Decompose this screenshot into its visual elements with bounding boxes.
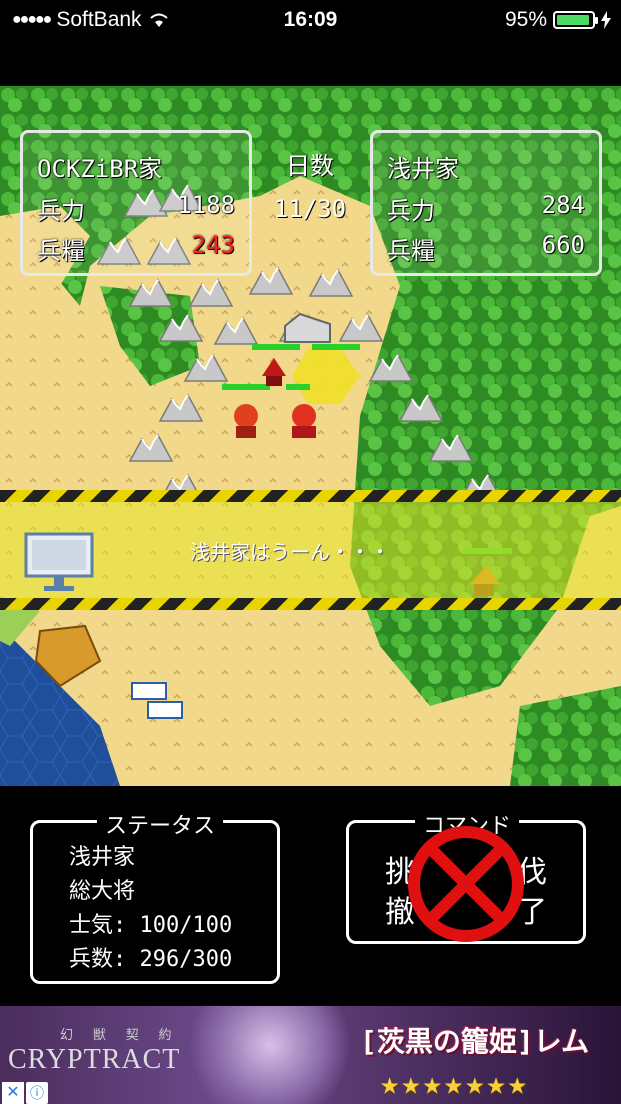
ad-info-icon[interactable]: ⓘ	[26, 1082, 48, 1104]
player-troops-label: 兵力	[37, 197, 85, 225]
enemy-clan-name: 浅井家	[387, 155, 459, 183]
disabled-icon	[408, 826, 524, 942]
status-role: 総大将	[69, 879, 136, 904]
ad-close-icon[interactable]: ✕	[2, 1082, 24, 1104]
banner-stripe-top	[0, 490, 621, 502]
player-stats-panel: OCKZiBR家 兵力 1188 兵糧 243	[20, 130, 252, 276]
command-panel: コマンド 挑 伐 撤 了	[346, 808, 586, 944]
status-morale: 士気: 100/100	[69, 913, 233, 938]
ad-character-art	[180, 1006, 360, 1104]
player-clan-name: OCKZiBR家	[37, 155, 163, 183]
banner-stripe-bottom	[0, 598, 621, 610]
battle-map[interactable]: OCKZiBR家 兵力 1188 兵糧 243 日数 11/30 浅井家 兵力 …	[0, 86, 621, 786]
charging-icon	[601, 11, 611, 29]
ad-subtitle: 幻 獣 契 約	[60, 1028, 178, 1043]
enemy-supply-label: 兵糧	[387, 237, 435, 265]
monitor-icon	[24, 532, 94, 591]
status-panel: ステータス 浅井家 総大将 士気: 100/100 兵数: 296/300	[30, 808, 280, 984]
ad-title: [茨黒の籠姫]レム	[360, 1025, 590, 1058]
days-value: 11/30	[273, 195, 347, 223]
days-label: 日数	[286, 152, 334, 180]
player-troops-value: 1188	[177, 191, 235, 219]
status-clan: 浅井家	[69, 845, 136, 870]
battery-percent: 95%	[504, 8, 547, 31]
status-bar: ●●●●● SoftBank 16:09 95%	[0, 0, 621, 42]
turn-banner: 浅井家はうーん・・・	[0, 490, 621, 610]
enemy-troops-value: 284	[541, 191, 585, 219]
battery-icon	[553, 11, 598, 29]
player-supply-label: 兵糧	[37, 237, 85, 265]
status-soldiers: 兵数: 296/300	[69, 947, 233, 972]
status-panel-title: ステータス	[97, 808, 224, 840]
player-supply-value: 243	[191, 231, 235, 259]
enemy-troops-label: 兵力	[387, 197, 435, 225]
days-panel: 日数 11/30	[262, 146, 358, 223]
ad-rating-stars: ★★★★★★★	[380, 1064, 529, 1102]
ad-banner[interactable]: 幻 獣 契 約 CRYPTRACT [茨黒の籠姫]レム ★★★★★★★ ✕ ⓘ	[0, 1006, 621, 1104]
banner-message: 浅井家はうーん・・・	[190, 540, 390, 564]
ad-brand-logo: CRYPTRACT	[8, 1044, 181, 1075]
enemy-supply-value: 660	[541, 231, 585, 259]
enemy-stats-panel: 浅井家 兵力 284 兵糧 660	[370, 130, 602, 276]
